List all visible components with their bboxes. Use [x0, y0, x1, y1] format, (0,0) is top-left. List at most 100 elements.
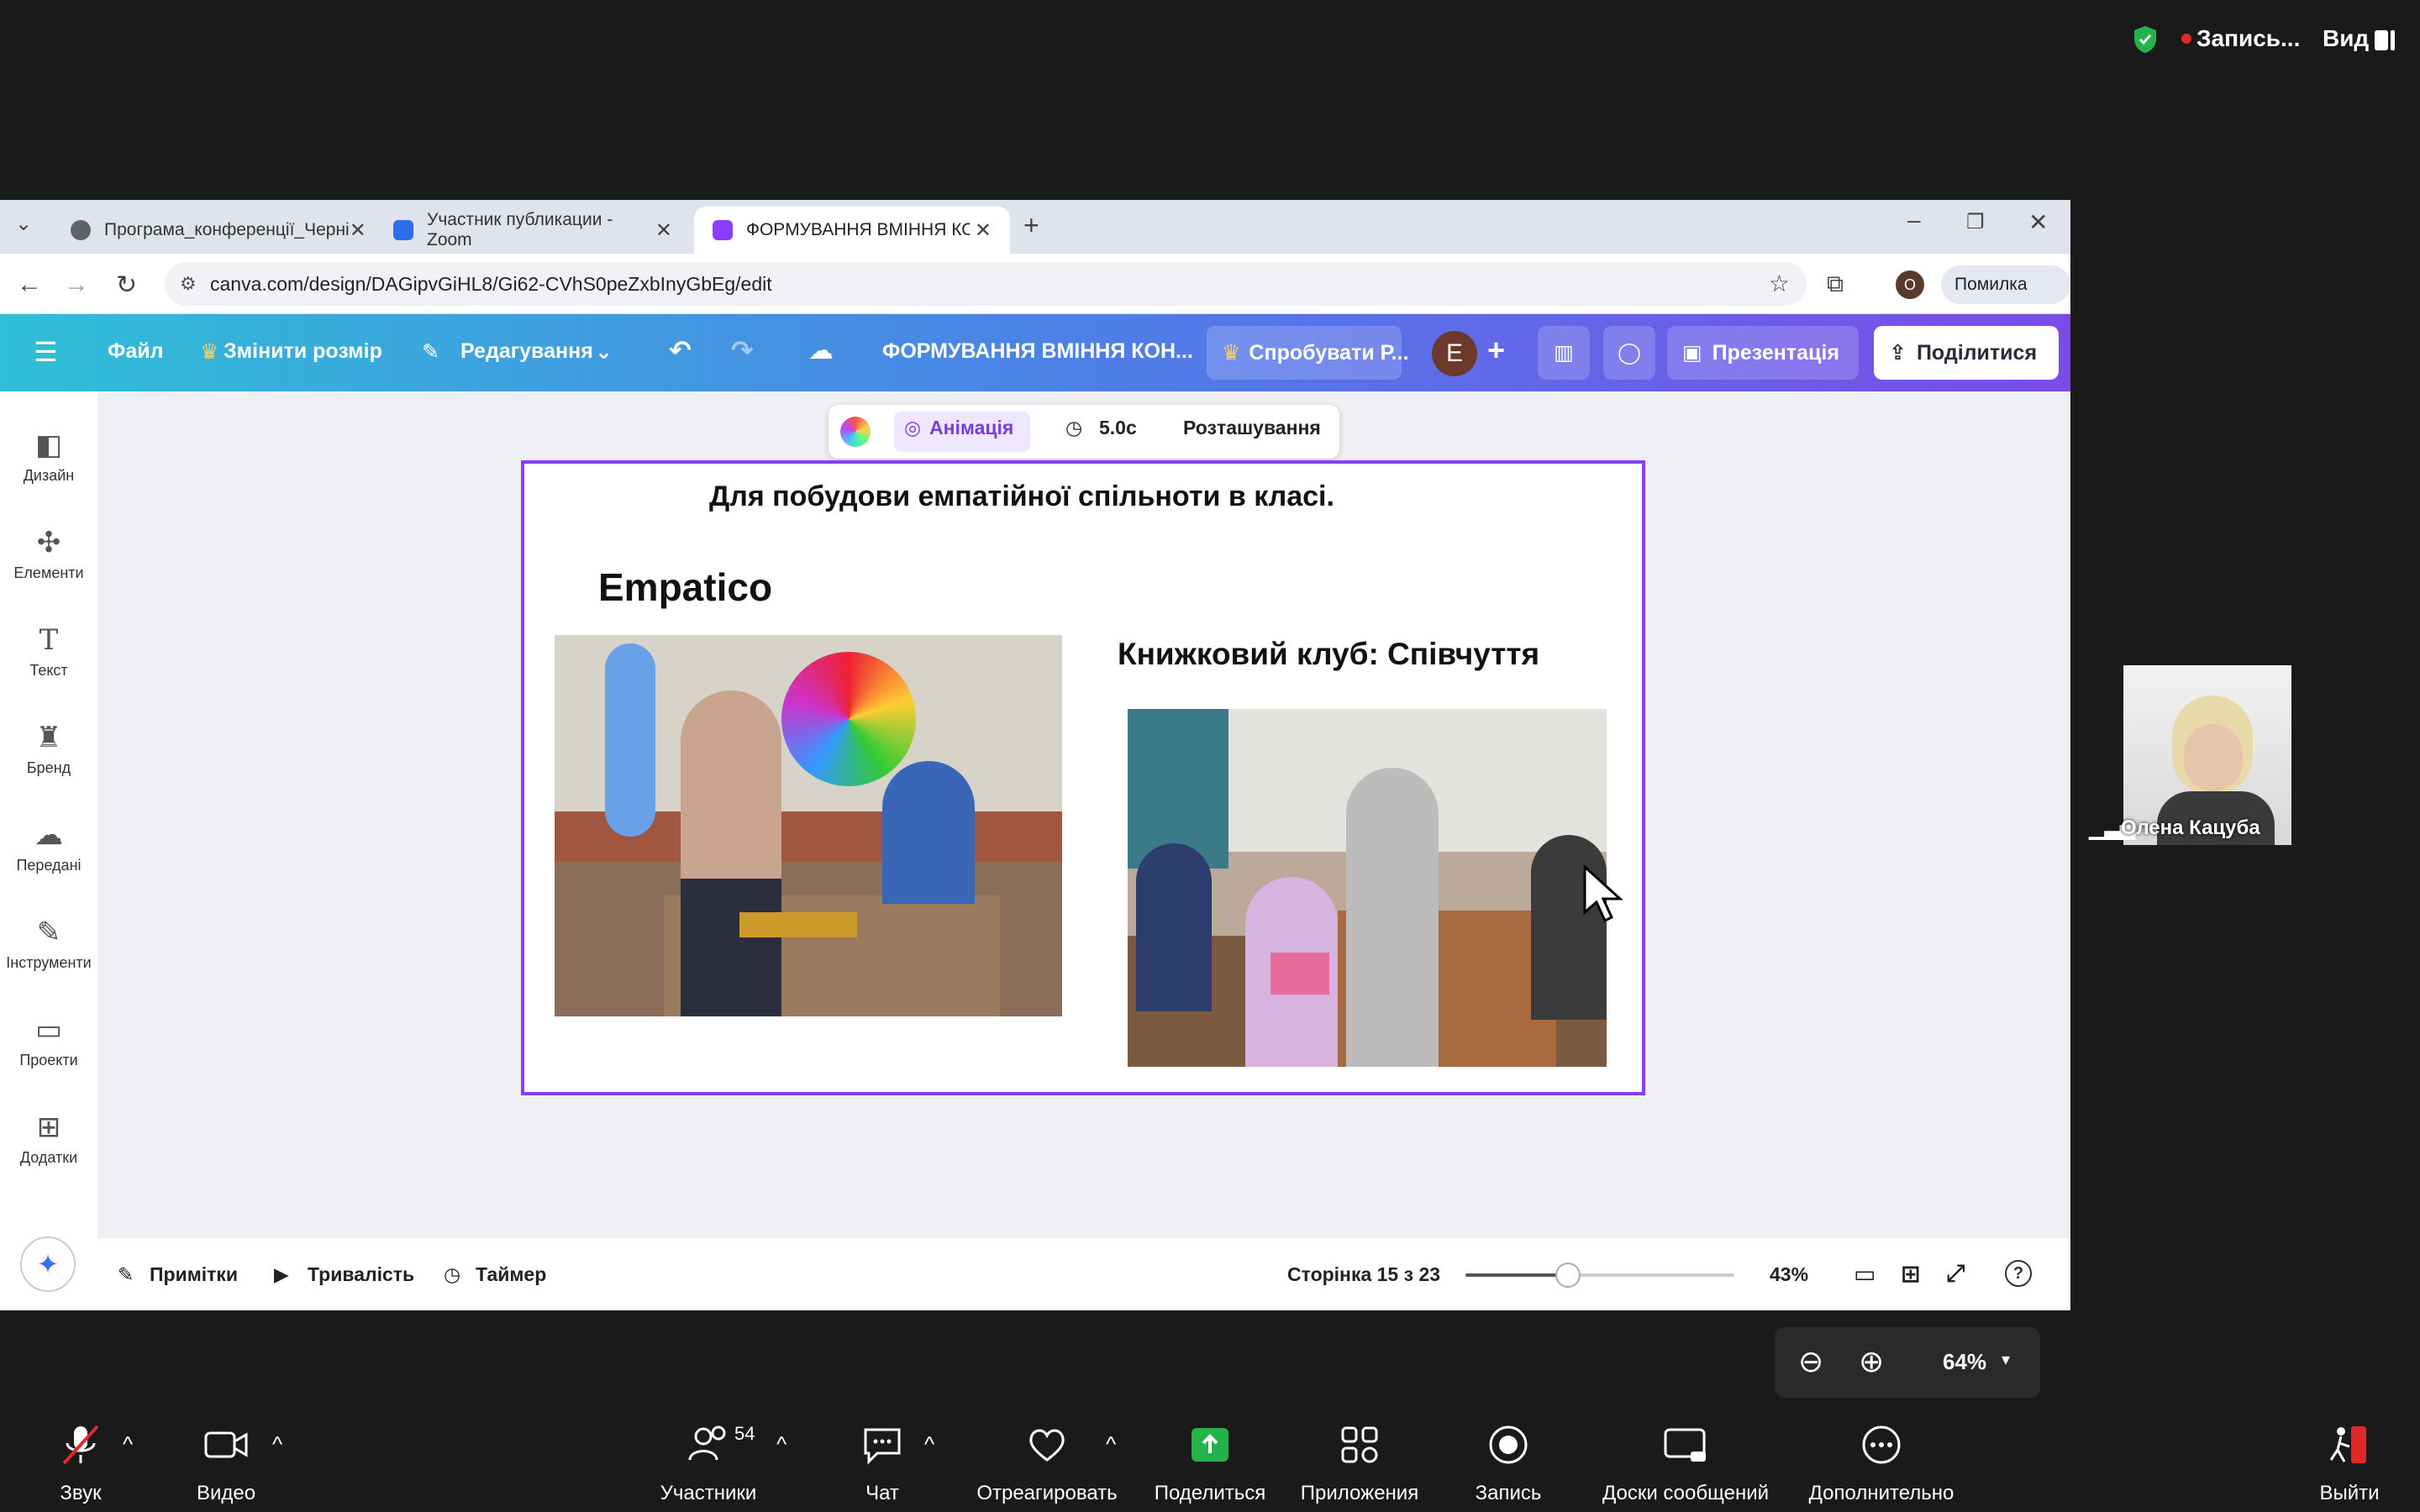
slide-heading[interactable]: Для побудови емпатійної спільноти в клас…: [709, 480, 1334, 513]
record-button[interactable]: Запись: [1469, 1423, 1548, 1505]
url-input[interactable]: ⚙ canva.com/design/DAGipvGiHL8/Gi62-CVhS…: [165, 262, 1807, 306]
close-tab-icon[interactable]: ✕: [975, 218, 992, 243]
zoom-slider-track[interactable]: [1465, 1263, 1734, 1288]
duration-button[interactable]: 5.0с: [1099, 417, 1137, 439]
notes-button[interactable]: Примітки: [150, 1263, 238, 1286]
classroom-photo-left[interactable]: [555, 635, 1062, 1016]
extensions-icon[interactable]: ⧉: [1827, 270, 1844, 298]
sidebar-item-apps[interactable]: ⊞ Додатки: [0, 1110, 97, 1167]
classroom-photo-right[interactable]: [1128, 709, 1607, 1067]
video-button[interactable]: Видео: [192, 1423, 260, 1505]
recording-label[interactable]: Запись...: [2196, 25, 2300, 52]
tab-canva-active[interactable]: ФОРМУВАННЯ ВМІННЯ КОНС ✕: [694, 207, 1010, 254]
document-title[interactable]: ФОРМУВАННЯ ВМІННЯ КОН...: [882, 339, 1193, 364]
help-icon[interactable]: ?: [2005, 1260, 2032, 1287]
bookmark-star-icon[interactable]: ☆: [1769, 262, 1790, 306]
zoom-in-icon[interactable]: ⊕: [1859, 1344, 1884, 1379]
timer-button[interactable]: Таймер: [476, 1263, 546, 1286]
comment-icon: ◯: [1618, 341, 1641, 365]
restore-icon[interactable]: ❐: [1966, 210, 1985, 234]
profile-avatar[interactable]: O: [1896, 270, 1924, 299]
sidebar-item-brand[interactable]: ♜ Бренд: [0, 721, 97, 777]
apps-label: Приложения: [1300, 1482, 1419, 1504]
window-close-icon[interactable]: ✕: [2028, 208, 2048, 236]
notes-view-icon[interactable]: ▭: [1854, 1260, 1876, 1288]
close-tab-icon[interactable]: ✕: [655, 218, 672, 243]
whiteboards-button[interactable]: Доски сообщений: [1593, 1423, 1778, 1505]
analytics-button[interactable]: ▥: [1538, 326, 1590, 380]
color-wheel-icon[interactable]: [840, 417, 871, 447]
comments-button[interactable]: ◯: [1603, 326, 1655, 380]
fullscreen-icon[interactable]: ⤢: [1946, 1260, 1965, 1288]
tab-search-icon[interactable]: ⌄: [15, 212, 32, 236]
chevron-down-icon[interactable]: ⌄: [595, 339, 613, 365]
try-pro-label: Спробувати Р...: [1249, 340, 1409, 365]
back-icon[interactable]: ←: [17, 270, 42, 299]
animation-icon: ◎: [904, 417, 922, 438]
view-layout-icon[interactable]: [2375, 29, 2395, 52]
zoom-out-icon[interactable]: ⊖: [1798, 1344, 1823, 1379]
close-tab-icon[interactable]: ✕: [350, 218, 366, 243]
react-caret-icon[interactable]: ^: [1106, 1431, 1116, 1457]
error-badge[interactable]: Помилка ⋮: [1941, 265, 2070, 333]
try-pro-button[interactable]: ♛ Спробувати Р...: [1207, 326, 1408, 380]
sidebar-item-text[interactable]: T Текст: [0, 623, 97, 680]
add-collaborator-icon[interactable]: +: [1487, 333, 1505, 368]
redo-icon[interactable]: ↷: [731, 334, 754, 366]
chat-icon: [849, 1423, 916, 1468]
caret-down-icon[interactable]: ▾: [2002, 1349, 2010, 1370]
magic-assistant-icon[interactable]: ✦: [20, 1236, 76, 1292]
minimize-icon[interactable]: –: [1907, 207, 1921, 234]
zoom-level-value[interactable]: 64%: [1943, 1349, 1986, 1375]
view-menu[interactable]: Вид: [2323, 25, 2369, 52]
share-label: Поділитися: [1916, 340, 2038, 365]
pencil-icon: ✎: [422, 340, 439, 364]
participants-count: 54: [734, 1423, 755, 1444]
share-screen-button[interactable]: Поделиться: [1150, 1423, 1270, 1505]
shield-icon: [2133, 25, 2158, 54]
react-button[interactable]: Отреагировать: [966, 1423, 1128, 1505]
cloud-save-icon[interactable]: ☁: [808, 336, 834, 365]
chat-caret-icon[interactable]: ^: [924, 1431, 934, 1457]
video-options-caret-icon[interactable]: ^: [272, 1431, 282, 1457]
participants-caret-icon[interactable]: ^: [776, 1431, 786, 1457]
duration-button[interactable]: Тривалість: [308, 1263, 414, 1286]
sidebar-item-design[interactable]: ◧ Дизайн: [0, 428, 97, 485]
slide-left-title[interactable]: Empatico: [598, 564, 772, 610]
leave-button[interactable]: Выйти: [2311, 1423, 2388, 1505]
chat-button[interactable]: Чат: [849, 1423, 916, 1505]
apps-button[interactable]: Приложения: [1294, 1423, 1425, 1505]
audio-button[interactable]: Звук: [47, 1423, 114, 1505]
file-menu[interactable]: Файл: [108, 339, 164, 364]
site-info-icon[interactable]: ⚙: [180, 262, 197, 306]
sidebar-item-elements[interactable]: ✣ Елементи: [0, 526, 97, 582]
hamburger-menu-icon[interactable]: ☰: [34, 336, 58, 368]
sidebar-label: Текст: [29, 662, 68, 679]
slide-canvas[interactable]: Для побудови емпатійної спільноти в клас…: [521, 460, 1645, 1095]
resize-menu[interactable]: Змінити розмір: [224, 339, 382, 364]
present-button[interactable]: ▣ Презентація: [1667, 326, 1859, 380]
tab-zoom[interactable]: Участник публикации - Zoom ✕: [375, 207, 691, 254]
sidebar-item-projects[interactable]: ▭ Проекти: [0, 1013, 97, 1069]
new-tab-icon[interactable]: +: [1023, 210, 1039, 241]
zoom-level[interactable]: 43%: [1770, 1263, 1808, 1286]
user-avatar[interactable]: E: [1432, 331, 1477, 376]
undo-icon[interactable]: ↶: [669, 334, 692, 366]
microphone-muted-icon: [47, 1423, 114, 1468]
share-button[interactable]: ⇪ Поділитися: [1874, 326, 2059, 380]
tab-label: Програма_конференції_Черні: [104, 220, 350, 239]
edit-menu[interactable]: Редагування: [460, 339, 593, 364]
position-button[interactable]: Розташування: [1183, 417, 1321, 439]
slide-right-title[interactable]: Книжковий клуб: Співчуття: [1118, 637, 1539, 672]
grid-view-icon[interactable]: ⊞: [1901, 1260, 1920, 1288]
sidebar-item-uploads[interactable]: ☁ Передані: [0, 818, 97, 874]
forward-icon[interactable]: →: [64, 270, 89, 299]
reload-icon[interactable]: ↻: [116, 270, 137, 300]
sidebar-item-tools[interactable]: ✎ Інструменти: [0, 916, 97, 972]
brand-icon: ♜: [35, 722, 62, 753]
audio-options-caret-icon[interactable]: ^: [123, 1431, 133, 1457]
more-button[interactable]: Дополнительно: [1785, 1423, 1978, 1505]
tab-program[interactable]: Програма_конференції_Черні ✕: [52, 207, 375, 254]
zoom-slider-knob[interactable]: [1555, 1263, 1581, 1288]
whiteboard-icon: [1593, 1423, 1778, 1468]
